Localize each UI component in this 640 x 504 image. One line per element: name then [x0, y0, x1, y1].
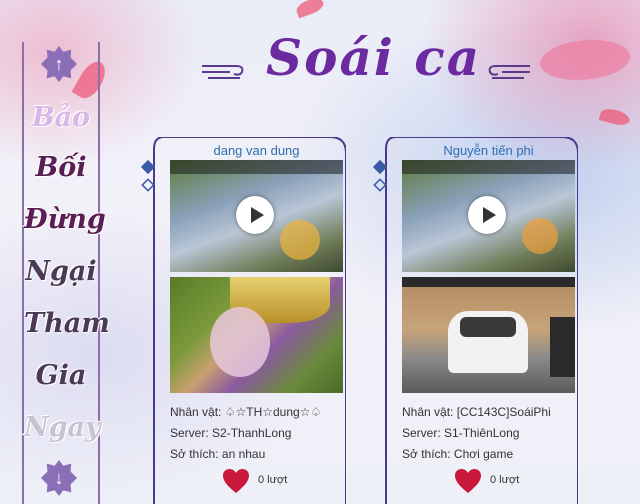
- like-section: 0 lượt: [454, 468, 574, 494]
- character-label: Nhân vật:: [402, 405, 454, 419]
- character-info: Nhân vật: [CC143C]SoáiPhi: [402, 405, 551, 419]
- scroll-down-button[interactable]: ↓: [41, 460, 77, 496]
- heart-icon[interactable]: [222, 468, 250, 494]
- sidebar-word: Ngại: [25, 256, 97, 287]
- server-value: S1-ThiênLong: [444, 426, 520, 440]
- character-label: Nhân vật:: [170, 405, 222, 419]
- car-image: [402, 277, 575, 393]
- swirl-ornament-right: [488, 65, 530, 79]
- sidebar-word: Bối: [35, 152, 87, 183]
- server-value: S2-ThanhLong: [212, 426, 292, 440]
- swirl-ornament-left: [202, 65, 244, 79]
- arrow-up-icon: ↑: [54, 54, 64, 74]
- hobby-value: Chơi game: [453, 447, 514, 461]
- diamond-ornament: [373, 178, 387, 192]
- like-section: 0 lượt: [222, 468, 342, 494]
- sidebar-word: Ngay: [24, 412, 101, 443]
- scroll-up-button[interactable]: ↑: [41, 46, 77, 82]
- hobby-value: an nhau: [221, 447, 266, 461]
- diamond-ornament: [140, 159, 156, 175]
- page-title: Soái ca: [266, 28, 482, 87]
- like-count: 0 lượt: [258, 474, 288, 486]
- heart-icon[interactable]: [454, 468, 482, 494]
- server-label: Server:: [170, 426, 209, 440]
- player-name[interactable]: dang van dung: [170, 143, 343, 158]
- sidebar-word: Gia: [35, 360, 87, 391]
- sidebar-word: Tham: [24, 308, 110, 339]
- server-info: Server: S1-ThiênLong: [402, 426, 519, 440]
- video-thumbnail[interactable]: [170, 160, 343, 272]
- hobby-label: Sở thích:: [170, 447, 219, 461]
- arrow-down-icon: ↓: [54, 468, 64, 488]
- profile-card: Nguyễn tiến phi Nhân vật: [CC143C]SoáiPh…: [372, 137, 578, 504]
- profile-card: dang van dung Nhân vật: ♤☆TH☆dung☆♤ Serv…: [140, 137, 346, 504]
- hobby-label: Sở thích:: [402, 447, 451, 461]
- server-label: Server:: [402, 426, 441, 440]
- play-icon[interactable]: [236, 196, 274, 234]
- petal-decoration: [294, 0, 326, 19]
- play-icon[interactable]: [468, 196, 506, 234]
- sidebar: ↑ Bảo Bối Đừng Ngại Tham Gia Ngay ↓: [22, 42, 110, 504]
- like-count: 0 lượt: [490, 474, 520, 486]
- diamond-ornament: [141, 178, 155, 192]
- character-info: Nhân vật: ♤☆TH☆dung☆♤: [170, 405, 321, 419]
- hobby-info: Sở thích: Chơi game: [402, 447, 513, 461]
- video-thumbnail[interactable]: [402, 160, 575, 272]
- character-image: [170, 277, 343, 393]
- page-header: Soái ca: [200, 20, 560, 100]
- sidebar-word: Bảo: [31, 102, 91, 133]
- player-name[interactable]: Nguyễn tiến phi: [402, 143, 575, 158]
- diamond-ornament: [372, 159, 388, 175]
- petal-decoration: [598, 106, 632, 128]
- character-value: [CC143C]SoáiPhi: [456, 405, 551, 419]
- server-info: Server: S2-ThanhLong: [170, 426, 291, 440]
- sidebar-word: Đừng: [24, 204, 106, 235]
- hobby-info: Sở thích: an nhau: [170, 447, 265, 461]
- character-value: ♤☆TH☆dung☆♤: [224, 405, 322, 419]
